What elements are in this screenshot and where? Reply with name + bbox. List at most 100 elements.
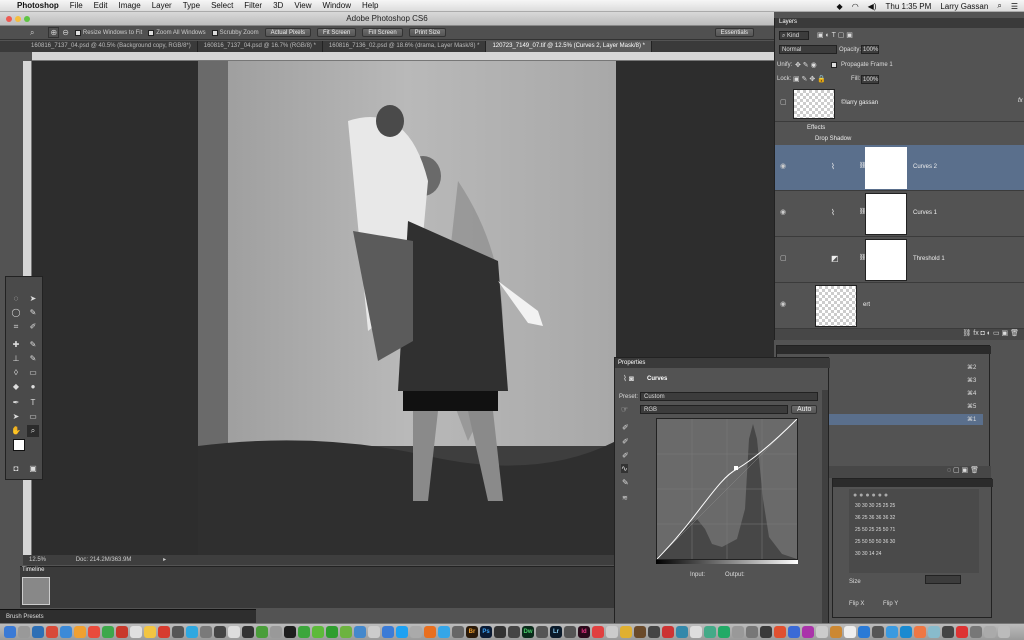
filter-icons[interactable]: ▣ ◐ T ▢ ▣ xyxy=(817,31,853,39)
tab-doc-2[interactable]: 160816_7137_04.psd @ 16.7% (RGB/8) * xyxy=(198,41,323,52)
tab-doc-4[interactable]: 120723_7149_07.tif @ 12.5% (Curves 2, La… xyxy=(486,41,652,52)
app-icon-68[interactable] xyxy=(956,626,968,638)
app-icon-46[interactable] xyxy=(648,626,660,638)
hand-tool-icon[interactable]: ✋ xyxy=(10,425,22,437)
app-icon-24[interactable] xyxy=(340,626,352,638)
quick-select-tool-icon[interactable]: ✎ xyxy=(27,307,39,319)
lock-icons[interactable]: ▣ ✎ ✥ 🔒 xyxy=(793,75,826,83)
zoom-tool-icon[interactable]: ⌕ xyxy=(27,425,39,437)
target-adjust-icon[interactable]: ☞ xyxy=(621,405,628,414)
menu-app[interactable]: Photoshop xyxy=(17,1,59,10)
blend-mode-select[interactable]: Normal xyxy=(779,45,837,54)
properties-tab[interactable]: Properties xyxy=(618,360,645,366)
volume-icon[interactable]: ◀) xyxy=(868,2,877,11)
screen-mode-icon[interactable]: ▣ xyxy=(27,463,39,475)
minimize-window-button[interactable] xyxy=(15,16,21,22)
lightroom-icon[interactable]: Lr xyxy=(550,626,562,638)
brush-tool-icon[interactable]: ✎ xyxy=(27,339,39,351)
unify-icons[interactable]: ✥ ✎ ◉ xyxy=(795,61,817,69)
app-icon-18[interactable] xyxy=(256,626,268,638)
visibility-toggle[interactable]: ▢ xyxy=(780,254,787,262)
app-icon-38[interactable] xyxy=(536,626,548,638)
tab-doc-3[interactable]: 160816_7136_02.psd @ 18.6% (drama, Layer… xyxy=(323,41,487,52)
app-icon-48[interactable] xyxy=(676,626,688,638)
photoshop-icon[interactable]: Ps xyxy=(480,626,492,638)
menu-select[interactable]: Select xyxy=(211,1,233,10)
blur-tool-icon[interactable]: ◆ xyxy=(10,381,22,393)
app-icon-31[interactable] xyxy=(438,626,450,638)
brush-grid[interactable]: ● ● ● ● ● ● 30 30 30 25 25 25 36 25 36 3… xyxy=(849,489,979,573)
type-tool-icon[interactable]: T xyxy=(27,397,39,409)
app-icon-25[interactable] xyxy=(354,626,366,638)
app-store-icon[interactable] xyxy=(32,626,44,638)
notes-icon[interactable] xyxy=(144,626,156,638)
app-icon-60[interactable] xyxy=(844,626,856,638)
horizontal-ruler[interactable] xyxy=(32,52,774,61)
pen-tool-icon[interactable]: ✒ xyxy=(10,397,22,409)
layer-row-curves2[interactable]: ◉ ⌇ ⛓ Curves 2 xyxy=(775,145,1024,191)
fit-screen-button[interactable]: Fit Screen xyxy=(316,28,357,37)
app-icon-49[interactable] xyxy=(690,626,702,638)
layer-row-curves1[interactable]: ◉ ⌇ ⛓ Curves 1 xyxy=(775,191,1024,237)
path-select-icon[interactable]: ➤ xyxy=(10,411,22,423)
status-menu-icon[interactable]: ▸ xyxy=(163,557,166,563)
user-name[interactable]: Larry Gassan xyxy=(940,2,988,11)
app-icon-19[interactable] xyxy=(270,626,282,638)
layer-mask-thumb[interactable] xyxy=(865,239,907,281)
menu-type[interactable]: Type xyxy=(183,1,200,10)
app-icon-42[interactable] xyxy=(592,626,604,638)
zoom-tool-icon[interactable]: ⌕ xyxy=(30,28,34,38)
trash-icon[interactable] xyxy=(998,626,1010,638)
app-icon-26[interactable] xyxy=(368,626,380,638)
doc-size[interactable]: Doc: 214.2M/363.9M xyxy=(76,557,132,563)
close-window-button[interactable] xyxy=(6,16,12,22)
resize-windows-checkbox[interactable] xyxy=(74,29,81,36)
menu-filter[interactable]: Filter xyxy=(244,1,262,10)
clock[interactable]: Thu 1:35 PM xyxy=(886,2,932,11)
layer-row-watermark[interactable]: ▢ ©larry gassan fx xyxy=(775,86,1024,122)
app-icon-43[interactable] xyxy=(606,626,618,638)
app-icon-5[interactable] xyxy=(74,626,86,638)
app-icon-62[interactable] xyxy=(872,626,884,638)
app-icon-67[interactable] xyxy=(942,626,954,638)
app-icon-32[interactable] xyxy=(452,626,464,638)
move-tool-icon[interactable]: ◌ xyxy=(10,293,22,305)
app-icon-52[interactable] xyxy=(732,626,744,638)
launchpad-icon[interactable] xyxy=(18,626,30,638)
zoom-level[interactable]: 12.5% xyxy=(29,557,46,563)
notification-icon[interactable]: ☰ xyxy=(1011,2,1018,11)
bridge-icon[interactable]: Br xyxy=(466,626,478,638)
clone-stamp-icon[interactable]: ⊥ xyxy=(10,353,22,365)
app-icon-16[interactable] xyxy=(228,626,240,638)
eyedropper-tool-icon[interactable]: ✐ xyxy=(27,321,39,333)
fill-input[interactable]: 100% xyxy=(861,75,879,84)
menu-edit[interactable]: Edit xyxy=(94,1,108,10)
crop-tool-icon[interactable]: ⌗ xyxy=(10,321,22,333)
layers-footer-icons[interactable]: ⛓ fx ◘ ◐ ▭ ▣ 🗑 xyxy=(775,329,1024,340)
app-icon-13[interactable] xyxy=(186,626,198,638)
app-icon-56[interactable] xyxy=(788,626,800,638)
app-icon-57[interactable] xyxy=(802,626,814,638)
app-icon-20[interactable] xyxy=(284,626,296,638)
app-icon-17[interactable] xyxy=(242,626,254,638)
app-icon-14[interactable] xyxy=(200,626,212,638)
eyedropper-white-icon[interactable]: ✐ xyxy=(622,451,629,460)
app-icon-36[interactable] xyxy=(508,626,520,638)
fx-icon[interactable]: fx xyxy=(1018,98,1023,104)
app-icon-23[interactable] xyxy=(326,626,338,638)
layers-tab[interactable]: Layers xyxy=(779,19,797,25)
layer-row-threshold[interactable]: ▢ ◩ ⛓ Threshold 1 xyxy=(775,237,1024,283)
app-icon-29[interactable] xyxy=(410,626,422,638)
eye-icon[interactable]: ◉ xyxy=(780,300,786,308)
curves-graph-canvas[interactable] xyxy=(656,418,798,560)
print-size-button[interactable]: Print Size xyxy=(408,28,447,37)
quick-mask-icon[interactable]: ◘ xyxy=(10,463,22,475)
smooth-icon[interactable]: ≋ xyxy=(622,494,628,502)
app-icon-28[interactable] xyxy=(396,626,408,638)
app-icon-58[interactable] xyxy=(816,626,828,638)
preset-select[interactable]: Custom xyxy=(640,392,818,401)
timeline-label[interactable]: Timeline xyxy=(22,567,44,573)
menu-view[interactable]: View xyxy=(294,1,311,10)
timeline-frame-thumb[interactable] xyxy=(22,577,50,605)
workspace-switcher[interactable]: Essentials xyxy=(714,28,754,37)
